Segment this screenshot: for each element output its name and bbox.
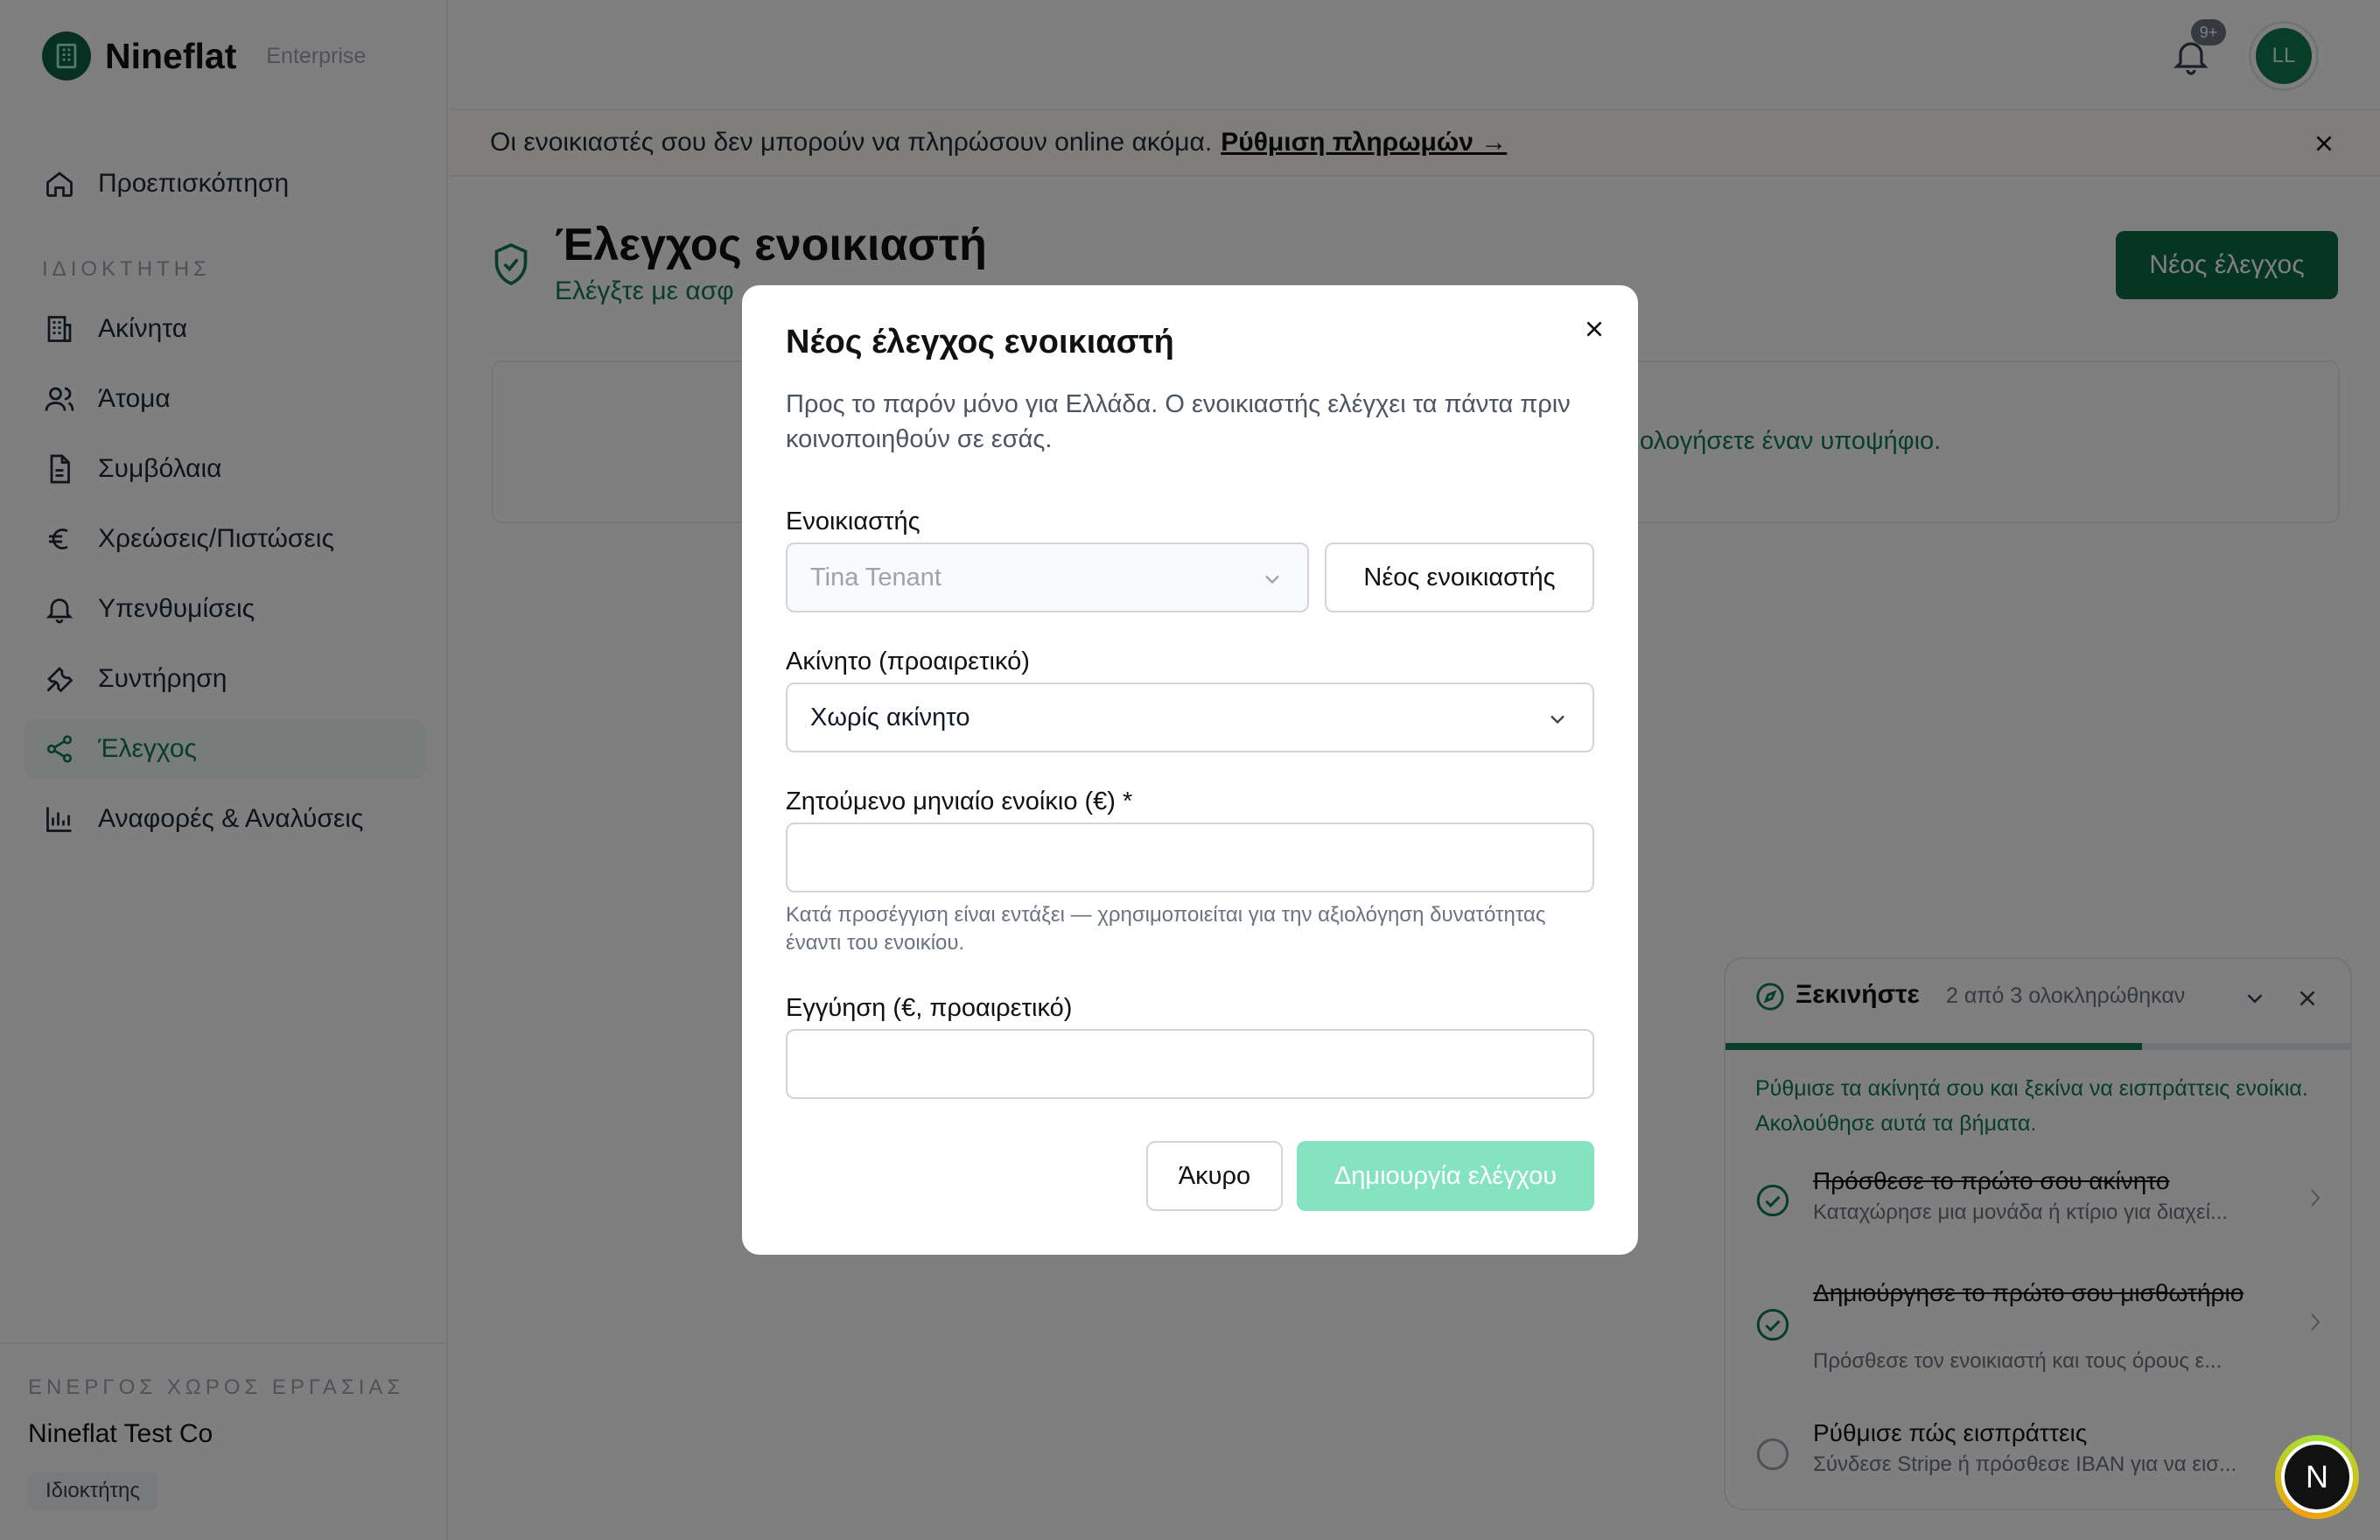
chevron-down-icon (1545, 707, 1570, 732)
tenant-select[interactable]: Tina Tenant (786, 542, 1309, 612)
deposit-label: Εγγύηση (€, προαιρετικό) (786, 994, 1073, 1022)
dialog-title: Νέος έλεγχος ενοικιαστή (786, 324, 1174, 360)
rent-label: Ζητούμενο μηνιαίο ενοίκιο (€) * (786, 788, 1133, 816)
property-select-value: Χωρίς ακίνητο (810, 703, 970, 732)
assistant-logo: N (2281, 1441, 2353, 1513)
close-icon[interactable] (1578, 313, 1610, 345)
tenant-label: Ενοικιαστής (786, 508, 920, 536)
deposit-input[interactable] (786, 1029, 1594, 1099)
dialog-description: Προς το παρόν μόνο για Ελλάδα. Ο ενοικια… (786, 390, 1571, 453)
tenant-select-value: Tina Tenant (810, 563, 942, 592)
cancel-button[interactable]: Άκυρο (1146, 1141, 1283, 1211)
new-screening-dialog: Νέος έλεγχος ενοικιαστή Προς το παρόν μό… (742, 285, 1638, 1255)
property-label: Ακίνητο (προαιρετικό) (786, 648, 1030, 676)
rent-help-text: Κατά προσέγγιση είναι εντάξει — χρησιμοπ… (786, 903, 1546, 955)
rent-input[interactable] (786, 822, 1594, 892)
assistant-launcher-button[interactable]: N (2275, 1435, 2359, 1519)
property-select[interactable]: Χωρίς ακίνητο (786, 682, 1594, 752)
new-tenant-button[interactable]: Νέος ενοικιαστής (1325, 542, 1594, 612)
chevron-down-icon (1260, 567, 1284, 592)
create-screening-button[interactable]: Δημιουργία ελέγχου (1297, 1141, 1594, 1211)
